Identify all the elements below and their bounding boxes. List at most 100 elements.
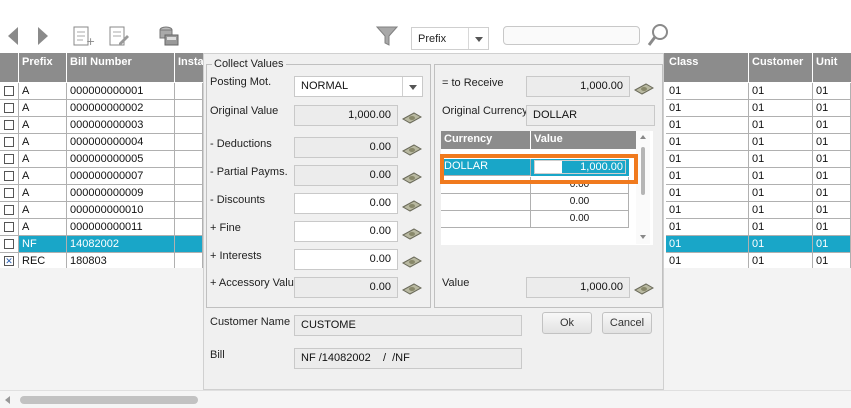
prefix-cell: NF: [19, 236, 67, 253]
original-value-label: Original Value: [210, 105, 279, 117]
previous-arrow-icon[interactable]: [4, 22, 22, 50]
grid-header-unit[interactable]: Unit: [813, 53, 851, 82]
prefix-cell: A: [19, 83, 67, 100]
scroll-left-icon: [5, 396, 10, 404]
installment-cell: [175, 219, 203, 236]
checkbox[interactable]: [4, 154, 14, 164]
row-checkbox-cell: [0, 100, 19, 117]
currency-row[interactable]: 0.00: [441, 177, 636, 194]
filter-icon[interactable]: [374, 22, 400, 50]
partial-payments-field[interactable]: 0.00: [294, 165, 398, 186]
row-checkbox-cell: [0, 168, 19, 185]
class-cell: 01: [666, 100, 749, 117]
prefix-select[interactable]: Prefix: [411, 27, 489, 50]
money-icon[interactable]: [402, 282, 422, 296]
grid-header-check: [0, 53, 19, 82]
chevron-down-icon[interactable]: [468, 28, 488, 49]
unit-cell: 01: [813, 117, 851, 134]
next-arrow-icon[interactable]: [34, 22, 52, 50]
installment-cell: [175, 185, 203, 202]
discounts-field[interactable]: 0.00: [294, 193, 398, 214]
svg-text:+: +: [86, 35, 95, 47]
grid-header-class[interactable]: Class: [666, 53, 749, 82]
cash-register-icon[interactable]: [156, 22, 182, 50]
currency-row[interactable]: DOLLAR 1,000.00: [441, 159, 636, 176]
accessory-value-field[interactable]: 0.00: [294, 277, 398, 298]
chevron-down-icon[interactable]: [402, 77, 422, 96]
value-column-header[interactable]: Value: [531, 131, 636, 149]
checkbox[interactable]: [4, 205, 14, 215]
class-cell: 01: [666, 117, 749, 134]
deductions-label: - Deductions: [210, 138, 272, 150]
search-input[interactable]: [503, 26, 640, 45]
prefix-cell: A: [19, 100, 67, 117]
posting-select[interactable]: NORMAL: [294, 76, 423, 97]
to-receive-field[interactable]: 1,000.00: [526, 76, 630, 97]
search-icon[interactable]: [645, 22, 671, 50]
money-icon[interactable]: [402, 255, 422, 269]
grid-header-customer[interactable]: Customer: [749, 53, 813, 82]
currency-value-cell: 0.00: [531, 194, 629, 211]
checkbox[interactable]: [4, 137, 14, 147]
unit-cell: 01: [813, 100, 851, 117]
checked-box-icon[interactable]: ✕: [4, 256, 14, 266]
new-document-icon[interactable]: +: [70, 22, 96, 50]
checkbox[interactable]: [4, 188, 14, 198]
money-icon[interactable]: [634, 82, 654, 96]
money-icon[interactable]: [402, 143, 422, 157]
money-icon[interactable]: [402, 111, 422, 125]
money-icon[interactable]: [402, 199, 422, 213]
scrollbar-thumb[interactable]: [20, 396, 198, 404]
unit-cell: 01: [813, 134, 851, 151]
fine-field[interactable]: 0.00: [294, 221, 398, 242]
checkbox[interactable]: [4, 171, 14, 181]
currency-column-header[interactable]: Currency: [441, 131, 531, 149]
currency-row[interactable]: 0.00: [441, 211, 636, 228]
checkbox[interactable]: [4, 120, 14, 130]
original-value-field[interactable]: 1,000.00: [294, 105, 398, 126]
posting-select-value: NORMAL: [301, 80, 349, 92]
currency-table-scrollbar[interactable]: [636, 131, 650, 244]
class-cell: 01: [666, 219, 749, 236]
grid-header-prefix[interactable]: Prefix: [19, 53, 67, 82]
installment-cell: [175, 202, 203, 219]
currency-table: Currency Value DOLLAR 1,000.00 0.00 0.00…: [441, 131, 653, 245]
checkbox[interactable]: [4, 103, 14, 113]
cancel-button[interactable]: Cancel: [602, 312, 652, 334]
money-icon[interactable]: [634, 282, 654, 296]
edit-document-icon[interactable]: [106, 22, 132, 50]
grid-header-left: Prefix Bill Number Insta: [0, 53, 204, 82]
grid-empty-area-right: [664, 268, 851, 390]
money-icon[interactable]: [402, 227, 422, 241]
checkbox[interactable]: [4, 86, 14, 96]
unit-cell: 01: [813, 236, 851, 253]
installment-cell: [175, 151, 203, 168]
installment-cell: [175, 100, 203, 117]
installment-cell: [175, 83, 203, 100]
currency-value-cell[interactable]: 1,000.00: [531, 159, 629, 176]
prefix-cell: A: [19, 168, 67, 185]
customer-cell: 01: [749, 219, 813, 236]
bill-field[interactable]: NF /14082002 / /NF: [294, 348, 522, 369]
prefix-select-value: Prefix: [418, 32, 447, 45]
interests-field[interactable]: 0.00: [294, 249, 398, 270]
grid-header-installment[interactable]: Insta: [175, 53, 204, 82]
currency-row[interactable]: 0.00: [441, 194, 636, 211]
bill-cell: 000000000004: [67, 134, 175, 151]
class-cell: 01: [666, 83, 749, 100]
currency-value-input[interactable]: 1,000.00: [534, 160, 626, 174]
deductions-field[interactable]: 0.00: [294, 137, 398, 158]
prefix-cell: A: [19, 117, 67, 134]
ok-button[interactable]: Ok: [542, 312, 592, 334]
row-checkbox-cell: [0, 151, 19, 168]
customer-name-field[interactable]: CUSTOME: [294, 315, 522, 336]
grid-header-bill-number[interactable]: Bill Number: [67, 53, 175, 82]
money-icon[interactable]: [402, 171, 422, 185]
original-currency-label: Original Currency: [442, 105, 528, 117]
value-field[interactable]: 1,000.00: [526, 277, 630, 298]
original-currency-field[interactable]: DOLLAR: [526, 105, 655, 126]
horizontal-scrollbar[interactable]: [0, 390, 851, 408]
checkbox[interactable]: [4, 239, 14, 249]
checkbox[interactable]: [4, 222, 14, 232]
bill-cell: 000000000003: [67, 117, 175, 134]
